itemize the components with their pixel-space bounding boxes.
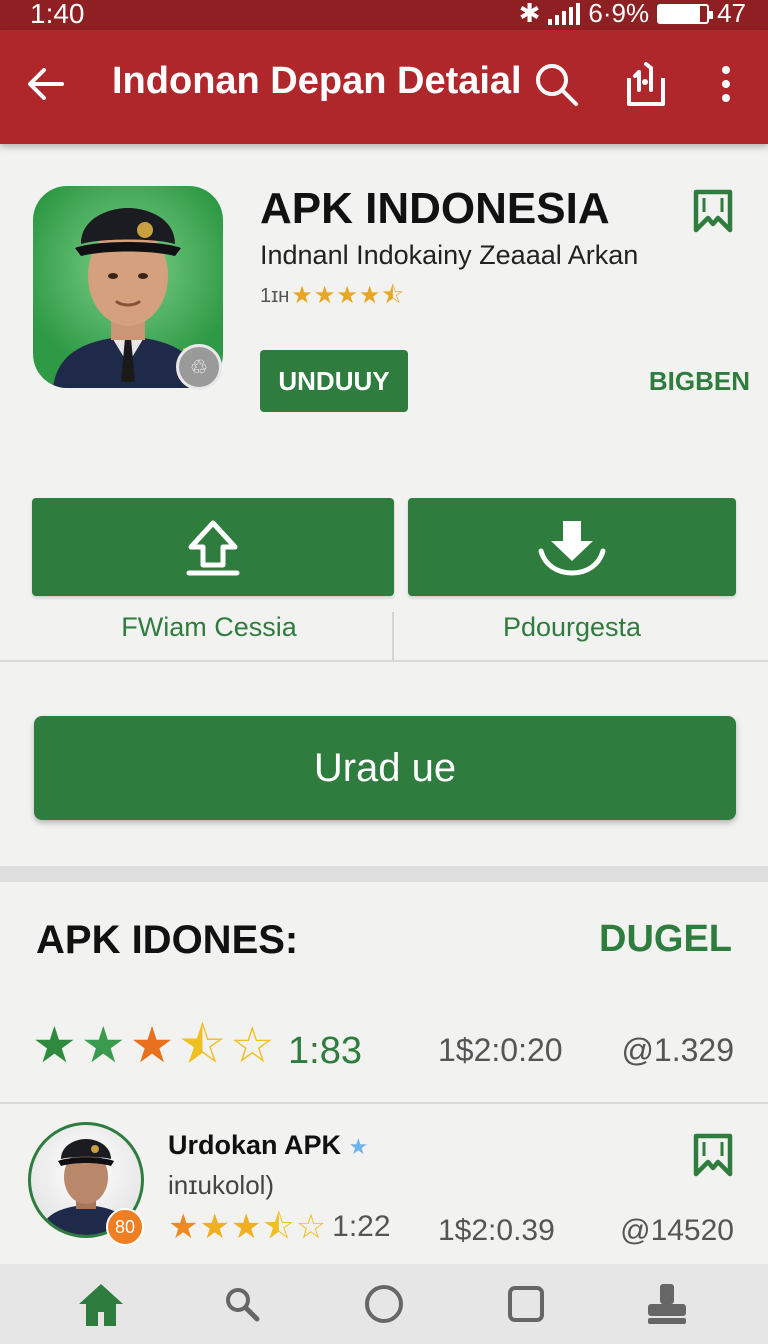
battery-percent: 6·9% [588, 0, 650, 28]
star-icon: ★ [199, 1208, 230, 1246]
status-bar: 1:40 ✱ 6·9% 47 [0, 0, 768, 30]
list-item-rating: ★ ★ ★ ⯪ ☆ 1:22 [168, 1210, 391, 1244]
summary-rating-stars: ★ ★ ★ ⯪ ☆ [32, 1020, 275, 1070]
star-icon: ⯪ [381, 282, 405, 309]
back-button[interactable] [18, 56, 74, 112]
home-icon [78, 1284, 123, 1326]
item-badge: 80 [106, 1208, 144, 1246]
nav-home-button[interactable] [354, 1274, 414, 1334]
bookmark-icon [693, 189, 733, 233]
app-bar: Indonan Depan Detaial [0, 30, 768, 144]
divider [0, 1102, 768, 1104]
status-time: 1:40 [30, 0, 85, 29]
more-button[interactable] [698, 56, 754, 112]
action-tile-upload[interactable] [32, 498, 394, 596]
rating-prefix: 1ɪʜ [260, 284, 290, 307]
section-title: APK IDONES: [36, 918, 299, 962]
back-arrow-icon [28, 68, 64, 100]
list-item-subtitle: inɪukolol) [168, 1170, 275, 1200]
list-item-title-text: Urdokan APK [168, 1130, 342, 1160]
search-button[interactable] [528, 56, 584, 112]
app-rating: 1ɪʜ ★ ★ ★ ★ ⯪ [260, 284, 404, 308]
signal-icon [548, 2, 581, 25]
star-icon: ☆ [229, 1017, 275, 1073]
bookmark-icon [693, 1133, 733, 1177]
battery-icon [657, 3, 714, 24]
action-label-upload[interactable]: FWiam Cessia [32, 612, 386, 643]
app-developer: Indnanl Indokainy Zeaaal Arkan [260, 240, 639, 270]
app-icon-badge-icon: ♲ [176, 344, 222, 390]
secondary-link[interactable]: BIGBEN [649, 366, 750, 397]
nav-profile[interactable] [637, 1274, 697, 1334]
list-item-bookmark-button[interactable] [690, 1132, 736, 1183]
summary-stat-2: 1$2:0:20 [438, 1032, 563, 1068]
action-tile-download[interactable] [408, 498, 736, 596]
search-icon [536, 64, 578, 106]
divider [0, 660, 768, 662]
nav-home[interactable] [71, 1274, 131, 1334]
summary-stat-3: @1.329 [621, 1032, 734, 1068]
upload-icon [186, 520, 240, 576]
share-button[interactable] [618, 56, 674, 112]
square-icon [507, 1286, 544, 1322]
summary-score: 1:83 [288, 1030, 362, 1072]
star-icon: ★ [32, 1017, 77, 1073]
star-icon: ★ [313, 282, 336, 309]
star-icon: ★ [230, 1208, 262, 1246]
search-icon [226, 1288, 260, 1322]
section-action-link[interactable]: DUGEL [599, 918, 732, 961]
install-button[interactable]: UNDUUY [260, 350, 408, 412]
star-icon: ★ [336, 282, 358, 309]
bottom-nav [0, 1264, 768, 1344]
star-icon: ★ [80, 1017, 126, 1073]
status-extra: 47 [717, 0, 746, 28]
star-icon: ⯪ [178, 1017, 226, 1073]
bookmark-button[interactable] [690, 188, 736, 239]
action-label-download[interactable]: Pdourgesta [408, 612, 736, 643]
list-item-title: Urdokan APK ★ [168, 1130, 368, 1161]
app-rating-stars: ★ ★ ★ ★ ⯪ [291, 284, 404, 308]
app-name: APK INDONESIA [260, 184, 610, 233]
status-icons: ✱ 6·9% 47 [519, 0, 746, 29]
list-item-stat-2: 1$2:0.39 [438, 1214, 555, 1247]
star-icon: ★ [291, 282, 313, 309]
more-vert-icon [722, 66, 730, 102]
star-icon: ★ [358, 282, 381, 309]
share-icon [627, 62, 665, 106]
bluetooth-icon: ✱ [518, 0, 541, 28]
verified-star-icon: ★ [348, 1134, 369, 1159]
stamp-icon [648, 1284, 687, 1324]
star-icon: ★ [129, 1017, 175, 1073]
list-item-score: 1:22 [332, 1210, 391, 1243]
download-icon [538, 521, 606, 576]
divider [392, 612, 394, 660]
list-item-stat-3: @14520 [620, 1214, 734, 1247]
page-title: Indonan Depan Detaial [112, 60, 522, 102]
section-separator [0, 866, 768, 882]
list-item-stars: ★ ★ ★ ⯪ ☆ [168, 1210, 326, 1244]
star-icon: ☆ [295, 1208, 327, 1246]
main-action-button[interactable]: Urad ue [34, 716, 736, 820]
nav-recents[interactable] [496, 1274, 556, 1334]
star-icon: ★ [168, 1208, 199, 1246]
star-icon: ⯪ [262, 1208, 295, 1246]
nav-search[interactable] [212, 1274, 272, 1334]
circle-icon [364, 1285, 403, 1323]
